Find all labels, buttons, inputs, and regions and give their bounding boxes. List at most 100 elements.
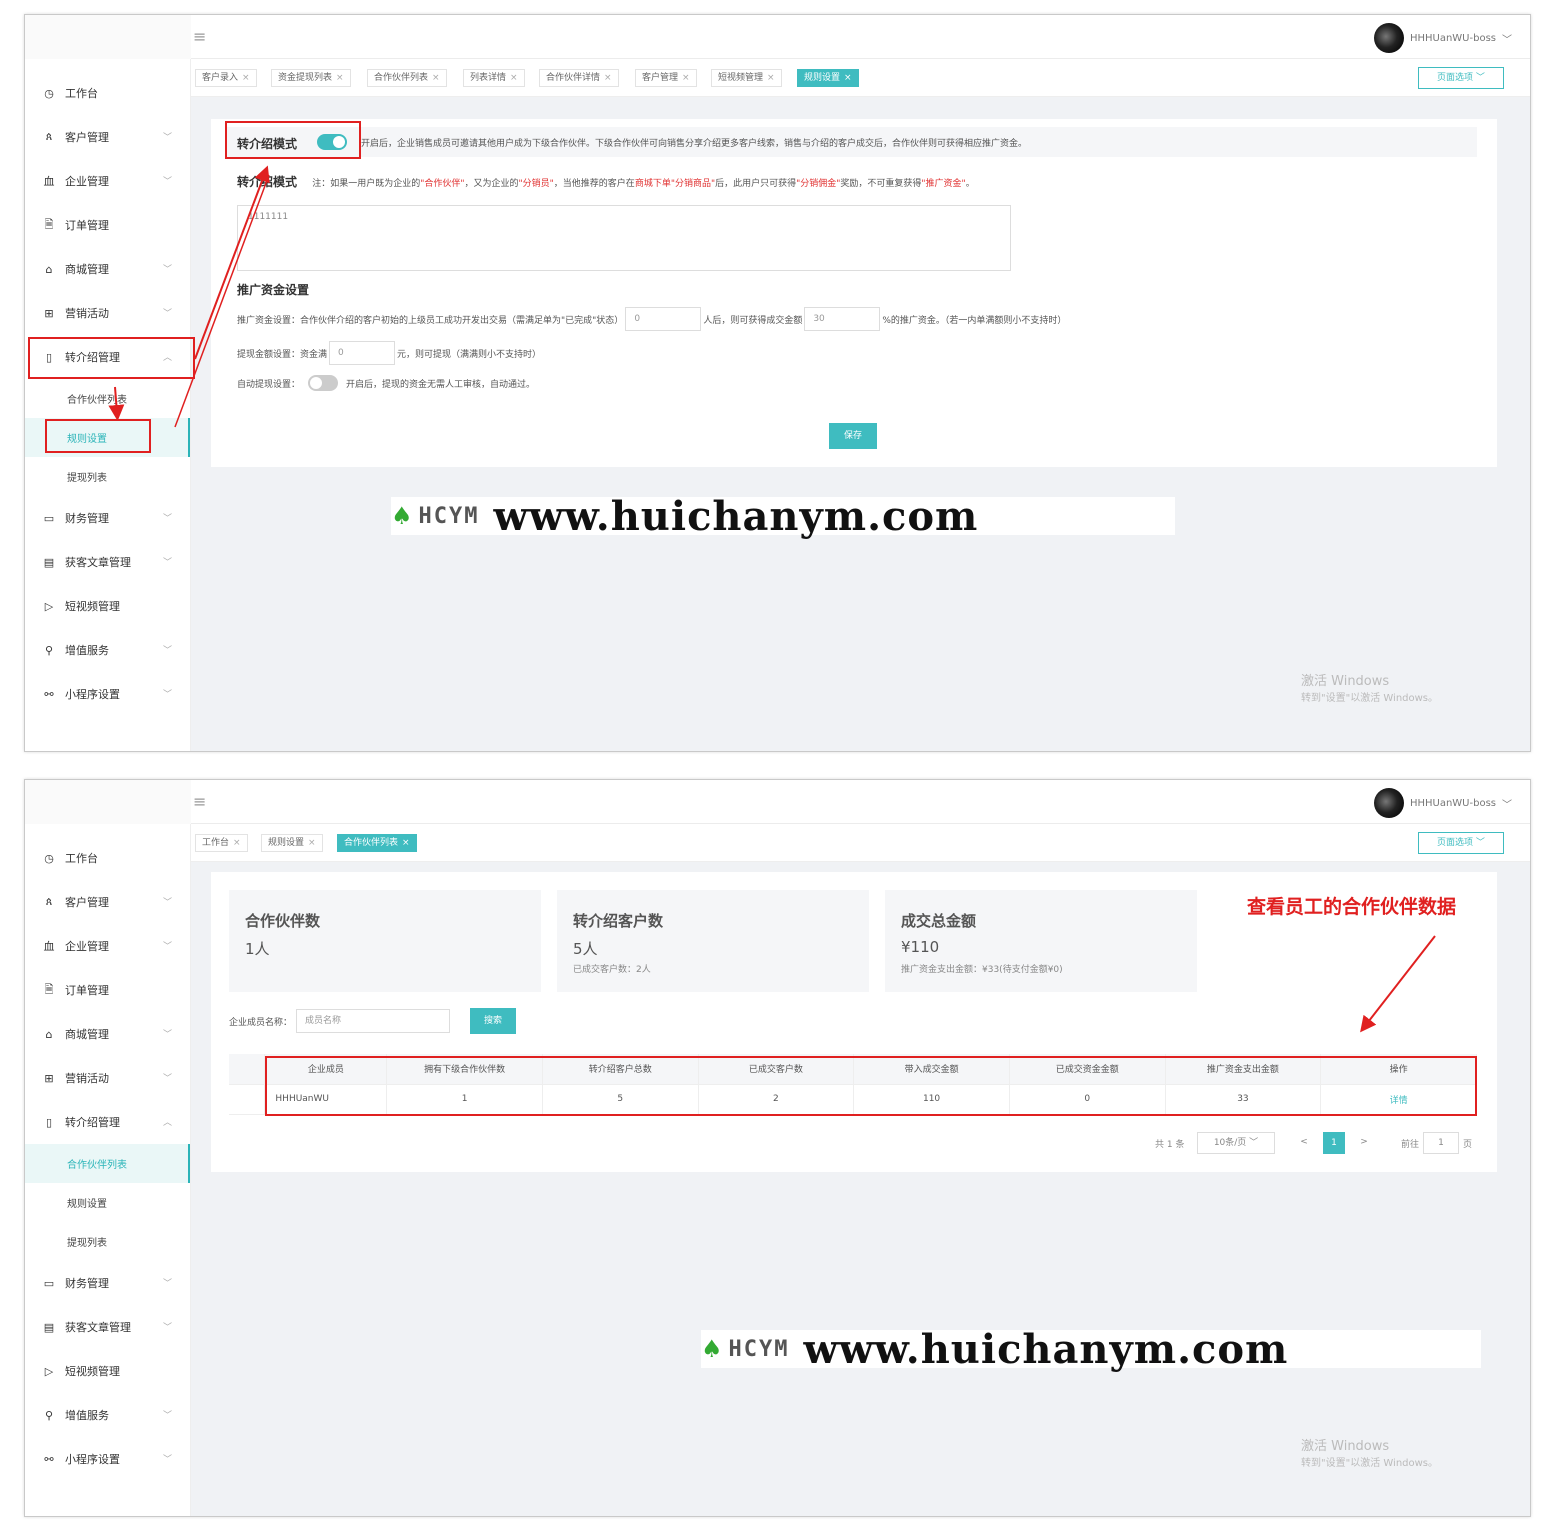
- sidebar-item[interactable]: ▤ 获客文章管理 ﹀: [25, 1305, 190, 1349]
- sidebar-item[interactable]: ◷ 工作台: [25, 71, 190, 115]
- tab[interactable]: 合作伙伴详情 ×: [539, 69, 619, 87]
- close-icon[interactable]: ×: [604, 73, 612, 83]
- goto-input[interactable]: 1: [1423, 1132, 1459, 1154]
- tab-label[interactable]: 短视频管理: [718, 73, 763, 83]
- close-icon[interactable]: ×: [242, 73, 250, 83]
- video-icon: ▷: [44, 1364, 54, 1378]
- page-options-button[interactable]: 页面选项 ﹀: [1418, 67, 1504, 89]
- hamburger-icon[interactable]: ≡: [193, 792, 206, 811]
- close-icon[interactable]: ×: [510, 73, 518, 83]
- prev-page-button[interactable]: <: [1293, 1132, 1315, 1154]
- tab-label[interactable]: 合作伙伴列表: [374, 73, 428, 83]
- close-icon[interactable]: ×: [767, 73, 775, 83]
- sidebar-item[interactable]: ▤ 获客文章管理 ﹀: [25, 540, 190, 584]
- sidebar-item[interactable]: ⚯ 小程序设置 ﹀: [25, 1437, 190, 1481]
- avatar[interactable]: [1373, 23, 1404, 53]
- close-icon[interactable]: ×: [233, 838, 241, 848]
- sidebar: ◷ 工作台 ጰ 客户管理 ﹀ ⾎企业管理 ﹀ 🗎 订单管理 ⌂ 商城管理 ﹀ ⊞ 营销活动 ﹀ ▯ 转介绍管理 ︿…: [25, 824, 191, 1516]
- search-input[interactable]: 成员名称: [296, 1009, 451, 1033]
- tab-label[interactable]: 资金提现列表: [278, 73, 332, 83]
- tab[interactable]: 短视频管理 ×: [711, 69, 782, 87]
- tab[interactable]: 客户管理 ×: [635, 69, 697, 87]
- username[interactable]: HHHUanWU-boss: [1410, 33, 1496, 44]
- username[interactable]: HHHUanWU-boss: [1410, 798, 1496, 809]
- shovel-icon: ♠: [701, 1335, 723, 1363]
- chevron-icon: ﹀: [162, 133, 172, 143]
- chevron-icon: ﹀: [162, 1279, 172, 1289]
- tab-label[interactable]: 客户录入: [202, 73, 238, 83]
- tab[interactable]: 合作伙伴列表 ×: [367, 69, 447, 87]
- chevron-icon: ﹀: [162, 942, 172, 952]
- chevron-icon: ﹀: [162, 177, 172, 187]
- tab[interactable]: 规则设置 ×: [797, 69, 859, 87]
- sidebar-item[interactable]: ▷ 短视频管理: [25, 1349, 190, 1393]
- tab-label[interactable]: 规则设置: [804, 73, 840, 83]
- user-menu[interactable]: HHHUanWU-boss ﹀: [1373, 788, 1512, 818]
- next-page-button[interactable]: >: [1353, 1132, 1375, 1154]
- sidebar-item[interactable]: ⚯ 小程序设置 ﹀: [25, 672, 190, 716]
- sidebar-subitem[interactable]: 规则设置: [25, 1183, 190, 1222]
- tab[interactable]: 合作伙伴列表 ×: [337, 834, 417, 852]
- chevron-icon: ﹀: [162, 1074, 172, 1084]
- mode-label-2: 转介绍模式: [237, 175, 298, 189]
- sidebar-item[interactable]: ▷ 短视频管理: [25, 584, 190, 628]
- sidebar-item[interactable]: ⊞ 营销活动 ﹀: [25, 291, 190, 335]
- tab[interactable]: 列表详情 ×: [463, 69, 525, 87]
- tab-label[interactable]: 工作台: [202, 838, 229, 848]
- fund-text-2: 人后，则可获得成交金额: [703, 315, 803, 326]
- avatar[interactable]: [1373, 788, 1404, 818]
- sidebar-item-label: 订单管理: [65, 984, 109, 997]
- fund-input-count[interactable]: 0: [625, 307, 702, 331]
- sidebar-item[interactable]: ⊞ 营销活动 ﹀: [25, 1056, 190, 1100]
- page-size-select[interactable]: 10条/页 ﹀: [1197, 1132, 1275, 1154]
- hamburger-icon[interactable]: ≡: [193, 27, 206, 46]
- mode-textarea[interactable]: 1111111: [237, 205, 1011, 271]
- sidebar-item[interactable]: 🗎 订单管理: [25, 968, 190, 1012]
- tab[interactable]: 工作台 ×: [195, 834, 248, 852]
- sidebar-item[interactable]: ጰ 客户管理 ﹀: [25, 880, 190, 924]
- close-icon[interactable]: ×: [844, 73, 852, 83]
- chevron-icon: ﹀: [162, 514, 172, 524]
- tab-label[interactable]: 合作伙伴列表: [344, 838, 398, 848]
- sidebar-item[interactable]: ◷ 工作台: [25, 836, 190, 880]
- tab-label[interactable]: 列表详情: [470, 73, 506, 83]
- sidebar-item[interactable]: ⚲ 增值服务 ﹀: [25, 628, 190, 672]
- sidebar-subitem[interactable]: 提现列表: [25, 457, 190, 496]
- withdraw-input[interactable]: 0: [329, 341, 396, 365]
- sidebar-item[interactable]: ⌂ 商城管理 ﹀: [25, 247, 190, 291]
- tab[interactable]: 客户录入 ×: [195, 69, 257, 87]
- save-button[interactable]: 保存: [829, 423, 877, 449]
- stat-title: 成交总金额: [901, 912, 977, 930]
- sidebar-subitem[interactable]: 合作伙伴列表: [25, 1144, 190, 1183]
- sidebar-item[interactable]: ⌂ 商城管理 ﹀: [25, 1012, 190, 1056]
- close-icon[interactable]: ×: [682, 73, 690, 83]
- sidebar-item[interactable]: ጰ 客户管理 ﹀: [25, 115, 190, 159]
- chevron-down-icon: ﹀: [1502, 34, 1512, 46]
- tab-label[interactable]: 合作伙伴详情: [546, 73, 600, 83]
- sidebar-item[interactable]: 🗎 订单管理: [25, 203, 190, 247]
- sidebar-item[interactable]: ▯ 转介绍管理 ︿: [25, 1100, 190, 1144]
- close-icon[interactable]: ×: [432, 73, 440, 83]
- close-icon[interactable]: ×: [336, 73, 344, 83]
- search-button[interactable]: 搜索: [470, 1008, 517, 1034]
- tab[interactable]: 规则设置 ×: [261, 834, 323, 852]
- chevron-icon: ﹀: [162, 309, 172, 319]
- page-options-button[interactable]: 页面选项 ﹀: [1418, 832, 1504, 854]
- sidebar-item[interactable]: ⾎企业管理 ﹀: [25, 159, 190, 203]
- close-icon[interactable]: ×: [402, 838, 410, 848]
- sidebar-item[interactable]: ⚲ 增值服务 ﹀: [25, 1393, 190, 1437]
- current-page[interactable]: 1: [1323, 1132, 1345, 1154]
- sidebar-item[interactable]: ⾎企业管理 ﹀: [25, 924, 190, 968]
- user-menu[interactable]: HHHUanWU-boss ﹀: [1373, 23, 1512, 53]
- sidebar-subitem[interactable]: 提现列表: [25, 1222, 190, 1261]
- tab[interactable]: 资金提现列表 ×: [271, 69, 351, 87]
- sidebar-item[interactable]: ▭ 财务管理 ﹀: [25, 1261, 190, 1305]
- sidebar: ◷ 工作台 ጰ 客户管理 ﹀ ⾎企业管理 ﹀ 🗎 订单管理 ⌂ 商城管理 ﹀ ⊞ 营销活动 ﹀ ▯ 转介绍管理 ︿…: [25, 59, 191, 751]
- auto-toggle[interactable]: [308, 375, 339, 391]
- tab-label[interactable]: 客户管理: [642, 73, 678, 83]
- tab-label[interactable]: 规则设置: [268, 838, 304, 848]
- sidebar-subitem[interactable]: 合作伙伴列表: [25, 379, 190, 418]
- fund-input-percent[interactable]: 30: [804, 307, 881, 331]
- sidebar-item[interactable]: ▭ 财务管理 ﹀: [25, 496, 190, 540]
- close-icon[interactable]: ×: [308, 838, 316, 848]
